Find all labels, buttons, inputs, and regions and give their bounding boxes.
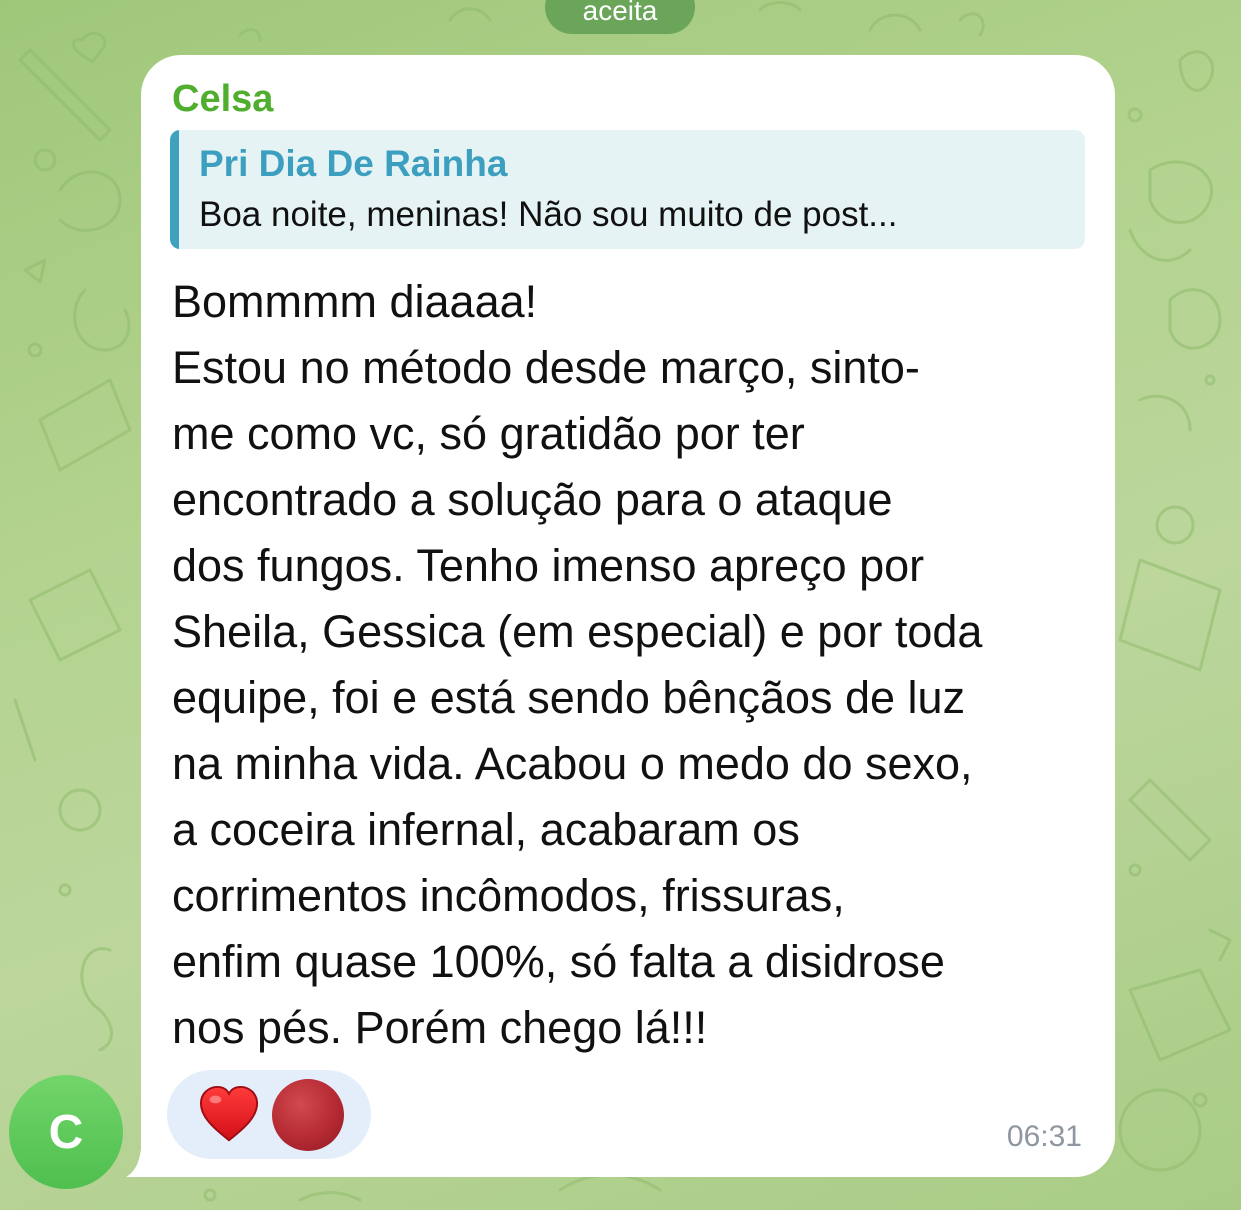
message-bubble[interactable]: Celsa Pri Dia De Rainha Boa noite, menin… xyxy=(141,55,1115,1177)
message-line: nos pés. Porém chego lá!!! xyxy=(172,1002,708,1053)
sender-name[interactable]: Celsa xyxy=(172,77,273,121)
message-line: corrimentos incômodos, frissuras, xyxy=(172,870,845,921)
message-line: Sheila, Gessica (em especial) e por toda xyxy=(172,606,983,657)
message-line: Bommmm diaaaa! xyxy=(172,276,538,327)
reply-preview: Boa noite, meninas! Não sou muito de pos… xyxy=(199,195,898,234)
message-line: dos fungos. Tenho imenso apreço por xyxy=(172,540,925,591)
message-text: Bommmm diaaaa! Estou no método desde mar… xyxy=(172,269,1102,1061)
message-line: me como vc, só gratidão por ter xyxy=(172,408,805,459)
heart-icon xyxy=(199,1085,259,1142)
message-time: 06:31 xyxy=(1006,1120,1082,1153)
reactor-avatar[interactable] xyxy=(272,1079,344,1151)
reply-author: Pri Dia De Rainha xyxy=(199,143,508,184)
reply-accent-bar xyxy=(170,130,179,249)
message-line: equipe, foi e está sendo bênçãos de luz xyxy=(172,672,966,723)
message-line: na minha vida. Acabou o medo do sexo, xyxy=(172,738,973,789)
reply-quote[interactable]: Pri Dia De Rainha Boa noite, meninas! Nã… xyxy=(170,130,1085,249)
reaction-chip[interactable] xyxy=(167,1070,371,1159)
sender-avatar[interactable]: C xyxy=(9,1075,123,1189)
message-line: a coceira infernal, acabaram os xyxy=(172,804,800,855)
avatar-initial: C xyxy=(48,1105,84,1159)
service-message-pill: aceita xyxy=(545,0,695,34)
message-line: Estou no método desde março, sinto- xyxy=(172,342,920,393)
message-line: encontrado a solução para o ataque xyxy=(172,474,893,525)
message-line: enfim quase 100%, só falta a disidrose xyxy=(172,936,945,987)
